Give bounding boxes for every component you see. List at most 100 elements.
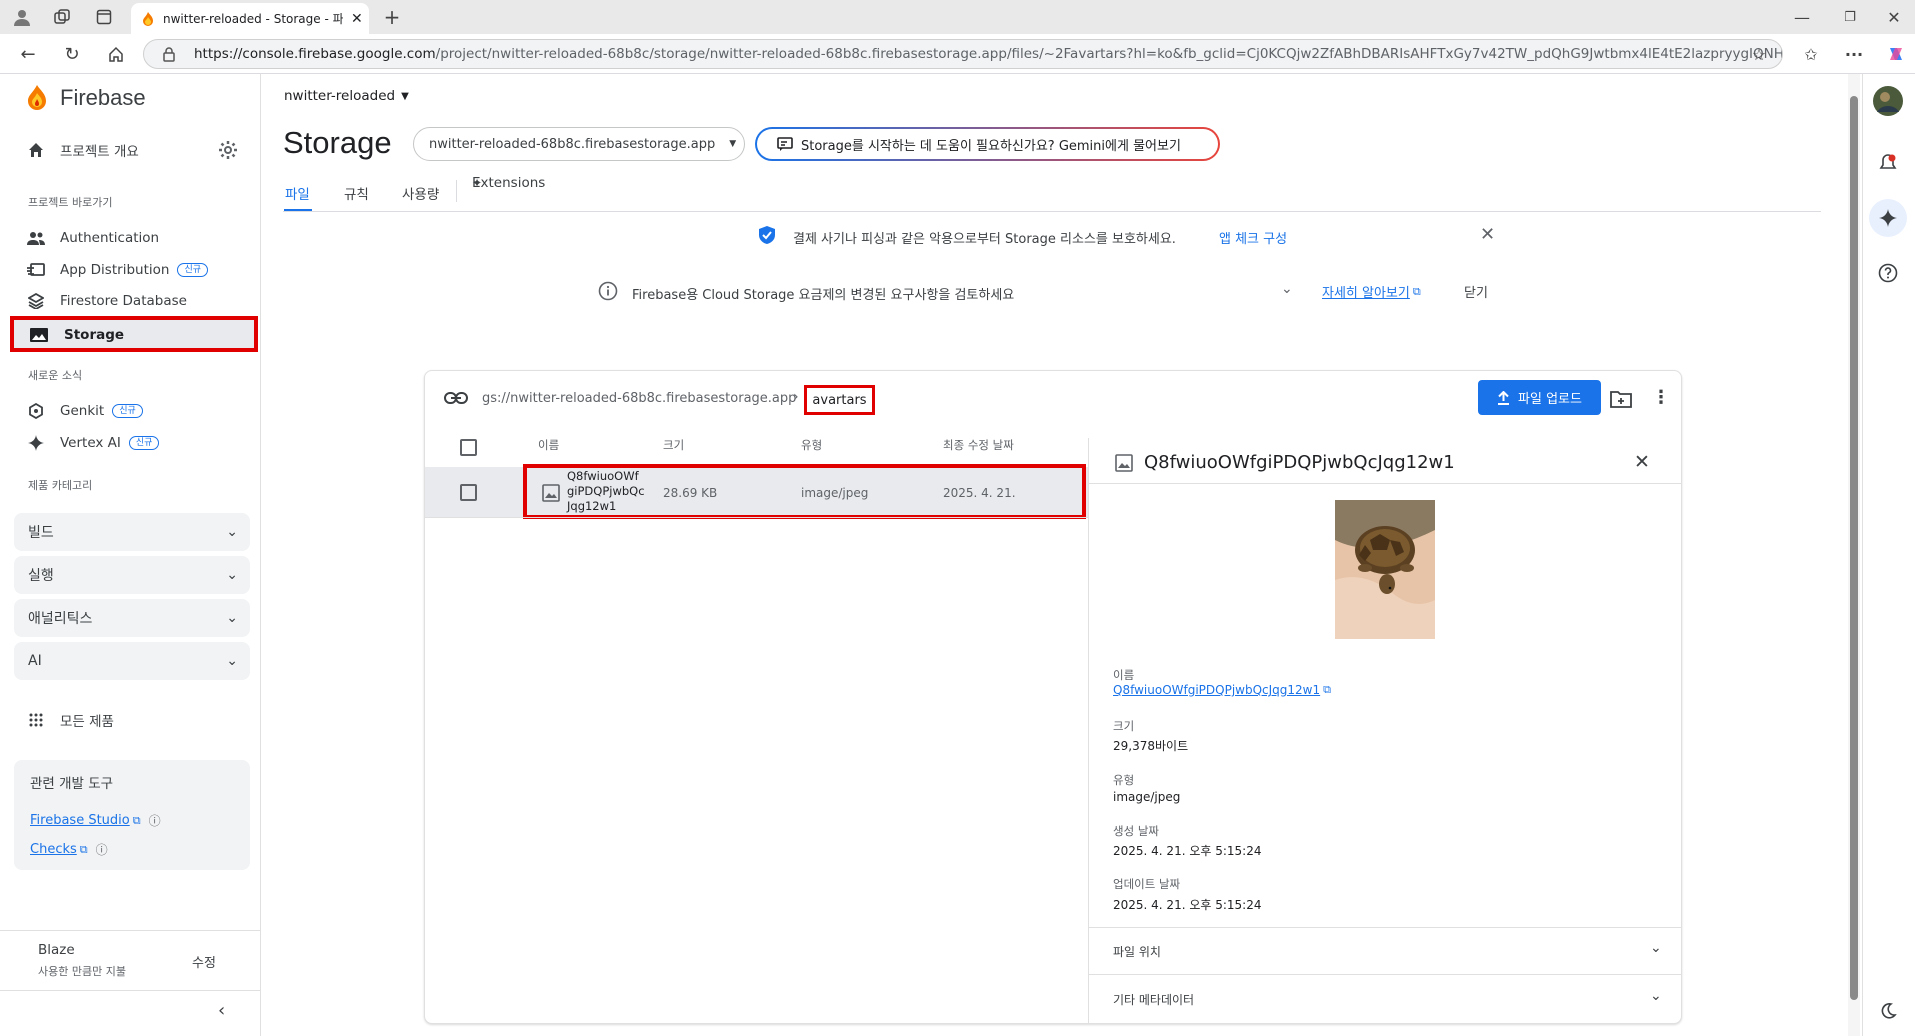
project-selector[interactable]: nwitter-reloaded ▼ [284, 88, 409, 104]
upload-file-button[interactable]: 파일 업로드 [1478, 380, 1601, 415]
copilot-icon[interactable] [1884, 42, 1908, 66]
dev-tools-header: 관련 개발 도구 [30, 776, 114, 792]
breadcrumb-root[interactable]: gs://nwitter-reloaded-68b8c.firebasestor… [482, 391, 796, 406]
scrollbar-thumb[interactable] [1850, 96, 1858, 1000]
sidebar-item-overview[interactable]: 프로젝트 개요 [26, 138, 139, 162]
category-ai[interactable]: AI ⌄ [14, 642, 250, 680]
close-icon[interactable]: ✕ [1480, 224, 1495, 245]
favorites-icon[interactable]: ✩ [1799, 42, 1823, 66]
brand-name: Firebase [60, 85, 146, 110]
external-link-icon: ⧉ [79, 842, 88, 856]
firebase-studio-link[interactable]: Firebase Studio ⧉ ⓘ [30, 812, 161, 829]
home-icon [26, 142, 46, 158]
sidebar-item-genkit[interactable]: Genkit 신규 [26, 399, 143, 423]
storage-image-icon [30, 328, 48, 342]
select-all-checkbox[interactable] [460, 439, 477, 456]
category-analytics[interactable]: 애널리틱스 ⌄ [14, 599, 250, 637]
new-folder-icon[interactable] [1610, 390, 1632, 408]
bucket-name: nwitter-reloaded-68b8c.firebasestorage.a… [429, 136, 716, 152]
plan-edit-button[interactable]: 수정 [192, 952, 216, 971]
bucket-selector[interactable]: nwitter-reloaded-68b8c.firebasestorage.a… [413, 127, 745, 161]
dark-mode-icon[interactable] [1873, 996, 1903, 1026]
chevron-down-icon[interactable]: ⌄ [1281, 281, 1293, 297]
category-run[interactable]: 실행 ⌄ [14, 556, 250, 594]
notifications-bell-icon[interactable] [1873, 148, 1903, 178]
accordion-label: 파일 위치 [1113, 945, 1161, 959]
image-preview[interactable] [1335, 500, 1435, 639]
col-modified[interactable]: 최종 수정 날짜 [943, 437, 1014, 453]
other-metadata-accordion[interactable]: 기타 메타데이터 ⌄ [1089, 975, 1682, 1021]
sidebar: Firebase 프로젝트 개요 프로젝트 바로가기 Authenticatio… [0, 74, 261, 1036]
restore-icon[interactable]: ❐ [1838, 5, 1862, 29]
category-header: 제품 카테고리 [28, 479, 93, 492]
breadcrumb-folder[interactable]: avartars [804, 385, 875, 415]
settings-gear-icon[interactable] [218, 140, 238, 160]
browser-tab-active[interactable]: nwitter-reloaded - Storage - 파일 ✕ [131, 3, 369, 34]
close-panel-icon[interactable]: ✕ [1634, 451, 1650, 473]
help-icon[interactable]: ⓘ [149, 812, 161, 829]
favorite-star-icon[interactable]: ☆ [1747, 42, 1771, 66]
collapse-sidebar-icon[interactable]: ‹ [218, 1000, 225, 1021]
tab-rules[interactable]: 규칙 [344, 183, 369, 203]
more-menu-icon[interactable]: ··· [1842, 42, 1866, 66]
dropdown-icon: ▼ [729, 139, 737, 149]
appcheck-banner-text: 결제 사기나 피싱과 같은 악용으로부터 Storage 리소스를 보호하세요. [793, 232, 1176, 247]
divider [1089, 483, 1682, 484]
file-name-link[interactable]: Q8fwiuoOWfgiPDQPjwbQcJqg12w1 ⧉ [1113, 683, 1331, 697]
site-info-icon[interactable] [162, 46, 176, 62]
sidebar-item-vertex-ai[interactable]: Vertex AI 신규 [26, 431, 160, 455]
updated-value: 2025. 4. 21. 오후 5:15:24 [1113, 898, 1262, 912]
back-icon[interactable]: ← [16, 42, 40, 66]
reload-icon[interactable]: ↻ [60, 42, 84, 66]
sidebar-item-firestore[interactable]: Firestore Database [26, 289, 187, 313]
pricing-banner-text: Firebase용 Cloud Storage 요금제의 변경된 요구사항을 검… [632, 288, 1015, 303]
gemini-help-button[interactable]: Storage를 시작하는 데 도움이 필요하신가요? Gemini에게 물어보… [755, 127, 1220, 161]
category-build[interactable]: 빌드 ⌄ [14, 513, 250, 551]
avatar[interactable] [1873, 86, 1903, 116]
close-window-icon[interactable]: ✕ [1882, 5, 1906, 29]
sidebar-item-label: Firestore Database [60, 293, 187, 309]
help-icon[interactable]: ⓘ [96, 841, 108, 858]
file-modified-cell: 2025. 4. 21. [943, 486, 1016, 500]
address-bar[interactable]: https://console.firebase.google.com/proj… [143, 39, 1783, 69]
chevron-down-icon: ⌄ [226, 567, 238, 583]
all-products-link[interactable]: 모든 제품 [26, 708, 114, 732]
close-tab-icon[interactable]: ✕ [351, 11, 363, 27]
app-distribution-icon [26, 263, 46, 277]
dismiss-button[interactable]: 닫기 [1464, 282, 1488, 301]
appcheck-link[interactable]: 앱 체크 구성 [1219, 228, 1287, 247]
sidebar-item-storage[interactable]: Storage [10, 316, 258, 352]
firebase-logo[interactable]: Firebase [26, 84, 146, 112]
sidebar-item-authentication[interactable]: Authentication [26, 226, 159, 250]
tab-title: nwitter-reloaded - Storage - 파일 [163, 12, 343, 26]
tab-usage[interactable]: 사용량 [402, 183, 439, 203]
profile-icon[interactable] [10, 5, 34, 29]
help-icon[interactable] [1873, 258, 1903, 288]
shield-icon [758, 225, 776, 245]
tab-actions-icon[interactable] [92, 5, 116, 29]
overview-label: 프로젝트 개요 [60, 144, 139, 160]
link-label: Q8fwiuoOWfgiPDQPjwbQcJqg12w1 [1113, 683, 1321, 697]
file-location-accordion[interactable]: 파일 위치 ⌄ [1089, 928, 1682, 974]
minimize-icon[interactable]: — [1790, 5, 1814, 29]
more-vert-icon[interactable]: ⋮ [1652, 387, 1670, 408]
workspaces-icon[interactable] [50, 5, 74, 29]
new-tab-icon[interactable]: + [380, 5, 404, 29]
col-name[interactable]: 이름 [538, 437, 559, 453]
learn-more-link[interactable]: 자세히 알아보기 ⧉ [1322, 282, 1421, 302]
col-type[interactable]: 유형 [801, 437, 822, 453]
new-badge: 신규 [177, 263, 208, 277]
link-icon[interactable] [444, 391, 468, 405]
category-label: 실행 [28, 568, 54, 584]
firebase-favicon-icon [143, 11, 153, 26]
sidebar-item-app-distribution[interactable]: App Distribution 신규 [26, 258, 208, 282]
gemini-sparkle-icon[interactable] [1869, 199, 1907, 237]
external-link-icon: ⧉ [132, 813, 141, 827]
checks-link[interactable]: Checks ⧉ ⓘ [30, 841, 108, 858]
col-size[interactable]: 크기 [663, 437, 684, 453]
file-name-cell[interactable]: Q8fwiuoOWfgiPDQPjwbQcJqg12w1 [567, 469, 645, 514]
home-icon[interactable] [104, 42, 128, 66]
row-checkbox[interactable] [460, 484, 477, 501]
tab-files[interactable]: 파일 [285, 183, 310, 203]
updated-label: 업데이트 날짜 [1113, 877, 1181, 891]
